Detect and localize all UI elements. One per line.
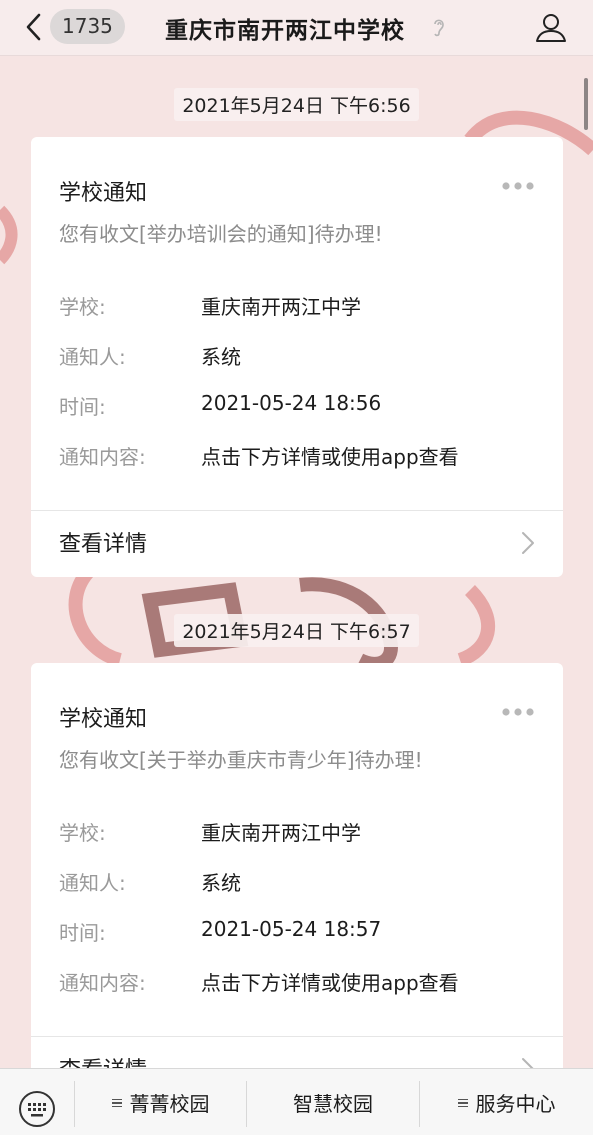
message-timestamp: 2021年5月24日 下午6:57 <box>0 614 593 647</box>
menu-item-label: 服务中心 <box>475 1092 556 1116</box>
chat-screen: 1735 重庆市南开两江中学校 2021年5月24日 下午6:56 学校通知 您… <box>0 0 593 1135</box>
time-value: 2021-05-24 18:57 <box>201 917 382 941</box>
person-icon <box>536 14 566 42</box>
chevron-right-icon <box>522 532 534 554</box>
notifier-label: 通知人: <box>59 345 126 369</box>
keyboard-toggle-button[interactable] <box>17 1089 57 1129</box>
chevron-left-icon <box>26 13 41 41</box>
notifier-value: 系统 <box>201 871 241 895</box>
keyboard-icon <box>19 1091 55 1127</box>
school-label: 学校: <box>59 821 106 845</box>
list-icon <box>111 1098 122 1108</box>
timestamp-label: 2021年5月24日 下午6:57 <box>174 614 419 647</box>
menu-item-service-center[interactable]: 服务中心 <box>420 1069 593 1135</box>
list-icon <box>457 1098 468 1108</box>
content-label: 通知内容: <box>59 445 146 469</box>
notice-card[interactable]: 学校通知 您有收文[举办培训会的通知]待办理! 学校: 重庆南开两江中学 通知人… <box>31 137 563 577</box>
menu-item-label: 菁菁校园 <box>129 1092 210 1116</box>
school-label: 学校: <box>59 295 106 319</box>
menu-item-campus[interactable]: 菁菁校园 <box>75 1069 246 1135</box>
more-icon[interactable] <box>501 707 535 717</box>
content-value: 点击下方详情或使用app查看 <box>201 971 459 995</box>
card-summary: 您有收文[关于举办重庆市青少年]待办理! <box>59 748 423 772</box>
back-button[interactable] <box>18 10 48 44</box>
profile-button[interactable] <box>532 9 570 47</box>
notifier-label: 通知人: <box>59 871 126 895</box>
content-label: 通知内容: <box>59 971 146 995</box>
school-value: 重庆南开两江中学 <box>201 821 361 845</box>
card-title: 学校通知 <box>59 181 148 206</box>
content-value: 点击下方详情或使用app查看 <box>201 445 459 469</box>
time-label: 时间: <box>59 395 106 419</box>
school-value: 重庆南开两江中学 <box>201 295 361 319</box>
timestamp-label: 2021年5月24日 下午6:56 <box>174 88 419 121</box>
time-value: 2021-05-24 18:56 <box>201 391 382 415</box>
menu-item-label: 智慧校园 <box>293 1092 373 1116</box>
bottom-menu-bar: 菁菁校园 智慧校园 服务中心 <box>0 1068 593 1135</box>
ear-icon <box>434 19 444 37</box>
notifier-value: 系统 <box>201 345 241 369</box>
message-timestamp: 2021年5月24日 下午6:56 <box>0 88 593 121</box>
card-summary: 您有收文[举办培训会的通知]待办理! <box>59 222 383 246</box>
view-details-link[interactable]: 查看详情 <box>31 511 563 575</box>
notice-card[interactable]: 学校通知 您有收文[关于举办重庆市青少年]待办理! 学校: 重庆南开两江中学 通… <box>31 663 563 1103</box>
unread-count-badge[interactable]: 1735 <box>50 9 125 44</box>
time-label: 时间: <box>59 921 106 945</box>
menu-item-smart-campus[interactable]: 智慧校园 <box>247 1069 419 1135</box>
more-icon[interactable] <box>501 181 535 191</box>
card-title: 学校通知 <box>59 707 148 732</box>
chat-title: 重庆市南开两江中学校 <box>165 18 405 44</box>
chat-header: 1735 重庆市南开两江中学校 <box>0 0 593 56</box>
view-details-label: 查看详情 <box>59 532 148 557</box>
